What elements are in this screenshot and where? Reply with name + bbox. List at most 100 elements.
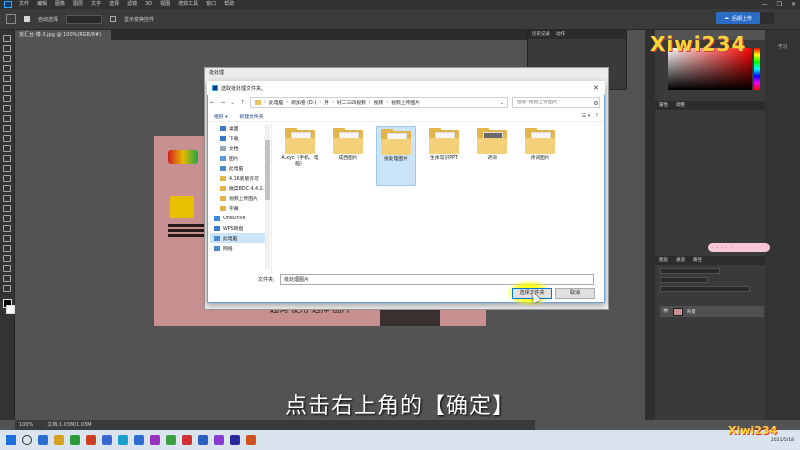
taskbar-app-icon[interactable] bbox=[102, 435, 112, 445]
learn-panel-label[interactable]: 学习 bbox=[778, 44, 787, 50]
search-input[interactable] bbox=[517, 100, 591, 105]
breadcrumb-item[interactable]: 好二三四视频 bbox=[337, 99, 366, 106]
layer-filter-control[interactable] bbox=[660, 268, 720, 274]
close-icon[interactable]: ✕ bbox=[791, 0, 796, 9]
menu-item[interactable]: 图像 bbox=[55, 0, 65, 9]
cloud-button[interactable]: ☁ 后期上传 bbox=[716, 12, 760, 24]
layer-row-background[interactable]: 👁 背景 bbox=[660, 306, 764, 317]
back-arrow-icon[interactable]: ← bbox=[210, 99, 215, 106]
folder-item[interactable]: 生体常识PPT bbox=[424, 126, 464, 186]
windows-start-icon[interactable] bbox=[6, 435, 16, 445]
toolbar-glyph-icon[interactable]: · bbox=[730, 245, 732, 251]
transform-controls-checkbox[interactable] bbox=[110, 16, 117, 22]
view-options-icon[interactable]: ☰ ▾ bbox=[582, 113, 591, 119]
taskbar-app-icon[interactable] bbox=[214, 435, 224, 445]
toolbar-glyph-icon[interactable]: · bbox=[712, 245, 714, 251]
tool-icon[interactable] bbox=[3, 215, 11, 222]
toolbar-glyph-icon[interactable]: · bbox=[721, 245, 723, 251]
tool-icon[interactable] bbox=[3, 55, 11, 62]
taskbar-search-icon[interactable] bbox=[22, 435, 32, 445]
menu-item[interactable]: 选择 bbox=[109, 0, 119, 9]
tool-icon[interactable] bbox=[3, 255, 11, 262]
recent-locations-chevron-icon[interactable]: ⌄ bbox=[230, 99, 235, 106]
taskbar-app-icon[interactable] bbox=[118, 435, 128, 445]
sidebar-item[interactable]: 微菜BDC.4.4.2.1 bbox=[210, 183, 270, 193]
tool-icon[interactable] bbox=[3, 205, 11, 212]
tool-icon[interactable] bbox=[3, 285, 11, 292]
menu-item[interactable]: 增效工具 bbox=[178, 0, 198, 9]
sidebar-item[interactable]: 图片✲ bbox=[210, 153, 270, 163]
taskbar-app-icon[interactable] bbox=[38, 435, 48, 445]
menu-item[interactable]: 3D bbox=[145, 0, 152, 9]
tool-icon[interactable] bbox=[3, 75, 11, 82]
cancel-button[interactable]: 取消 bbox=[555, 288, 595, 299]
tool-icon[interactable] bbox=[3, 45, 11, 52]
breadcrumb-item[interactable]: 此电脑 bbox=[269, 99, 283, 106]
menu-item[interactable]: 滤镜 bbox=[127, 0, 137, 9]
taskbar-app-icon[interactable] bbox=[54, 435, 64, 445]
tab-adjustments[interactable]: 调整 bbox=[676, 101, 685, 110]
breadcrumb-item[interactable]: 新加卷 (D:) bbox=[291, 99, 316, 106]
menu-item[interactable]: 编辑 bbox=[37, 0, 47, 9]
ps-search-icon[interactable] bbox=[760, 12, 774, 24]
tool-icon[interactable] bbox=[3, 35, 11, 42]
tab-layers[interactable]: 图层 bbox=[659, 256, 668, 265]
menu-item[interactable]: 文字 bbox=[91, 0, 101, 9]
folder-item[interactable]: 诗词 bbox=[472, 126, 512, 186]
taskbar-app-icon[interactable] bbox=[198, 435, 208, 445]
sidebar-item[interactable]: WPS网盘 bbox=[210, 223, 270, 233]
tool-icon[interactable] bbox=[3, 105, 11, 112]
minimize-icon[interactable]: — bbox=[762, 0, 768, 9]
tab-actions[interactable]: 动作 bbox=[556, 31, 565, 39]
address-bar[interactable]: › 此电脑 › 新加卷 (D:) › 月 › 好二三四视频 › 视频 › 视频上传图片 ⌄ bbox=[250, 97, 508, 108]
menu-item[interactable]: 帮助 bbox=[224, 0, 234, 9]
sidebar-item[interactable]: 下载✲ bbox=[210, 133, 270, 143]
breadcrumb-item[interactable]: 月 bbox=[324, 99, 329, 106]
forward-arrow-icon[interactable]: → bbox=[220, 99, 225, 106]
folder-item[interactable]: A.xyc（手机、电脑） bbox=[280, 126, 320, 186]
folder-item[interactable]: 成西图片 bbox=[328, 126, 368, 186]
close-icon[interactable]: ✕ bbox=[593, 84, 599, 92]
floating-input-toolbar[interactable]: · · · · · bbox=[708, 243, 770, 252]
tab-channels[interactable]: 通道 bbox=[676, 256, 685, 265]
sidebar-item[interactable]: 视频上传图片 bbox=[210, 193, 270, 203]
scrollbar-thumb[interactable] bbox=[265, 140, 270, 200]
tool-icon[interactable] bbox=[3, 235, 11, 242]
chevron-down-icon[interactable]: ⌄ bbox=[500, 100, 504, 106]
tool-icon[interactable] bbox=[3, 225, 11, 232]
tool-icon[interactable] bbox=[3, 275, 11, 282]
menu-item[interactable]: 视图 bbox=[160, 0, 170, 9]
maximize-icon[interactable]: ❐ bbox=[777, 0, 782, 9]
sidebar-item[interactable]: 文档✲ bbox=[210, 143, 270, 153]
taskbar-app-icon[interactable] bbox=[86, 435, 96, 445]
new-folder-button[interactable]: 新建文件夹 bbox=[240, 113, 264, 120]
tool-icon[interactable] bbox=[3, 155, 11, 162]
breadcrumb-item[interactable]: 视频上传图片 bbox=[391, 99, 420, 106]
taskbar-app-icon[interactable] bbox=[230, 435, 240, 445]
tool-icon[interactable] bbox=[3, 135, 11, 142]
sidebar-item[interactable]: 字幕 bbox=[210, 203, 270, 213]
background-color-swatch[interactable] bbox=[5, 305, 15, 314]
search-box[interactable] bbox=[512, 97, 600, 108]
tool-icon[interactable] bbox=[3, 95, 11, 102]
taskbar-app-icon[interactable] bbox=[70, 435, 80, 445]
sidebar-item[interactable]: 此电脑 bbox=[210, 233, 270, 243]
taskbar-app-icon[interactable] bbox=[134, 435, 144, 445]
menu-item[interactable]: 文件 bbox=[19, 0, 29, 9]
hue-slider[interactable] bbox=[754, 48, 760, 90]
tool-icon[interactable] bbox=[3, 145, 11, 152]
tool-icon[interactable] bbox=[3, 245, 11, 252]
blend-mode-select[interactable] bbox=[660, 277, 708, 283]
photoshop-logo-icon[interactable] bbox=[4, 1, 12, 8]
tab-history[interactable]: 历史记录 bbox=[532, 31, 550, 39]
sidebar-item[interactable]: 4.16底版许可 bbox=[210, 173, 270, 183]
taskbar-app-icon[interactable] bbox=[166, 435, 176, 445]
auto-select-checkbox[interactable] bbox=[24, 16, 30, 22]
menu-item[interactable]: 图层 bbox=[73, 0, 83, 9]
tool-icon[interactable] bbox=[3, 195, 11, 202]
tool-icon[interactable] bbox=[3, 65, 11, 72]
help-icon[interactable]: ? bbox=[595, 113, 598, 119]
lock-controls[interactable] bbox=[660, 286, 750, 292]
menu-item[interactable]: 窗口 bbox=[206, 0, 216, 9]
tool-icon[interactable] bbox=[3, 125, 11, 132]
